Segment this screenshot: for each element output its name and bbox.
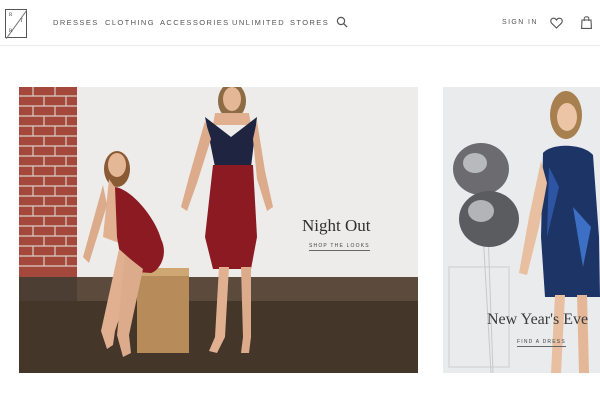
site-header: R T R DRESSES CLOTHING ACCESSORIES UNLIM…: [0, 0, 600, 46]
hero-new-years-eve[interactable]: New Year's Eve FIND A DRESS: [443, 87, 600, 373]
hero-title: New Year's Eve: [487, 311, 589, 328]
nav-dresses[interactable]: DRESSES: [53, 18, 99, 27]
nav-accessories[interactable]: ACCESSORIES: [160, 18, 230, 27]
logo-letter-r: R: [9, 13, 13, 18]
shop-the-looks-link[interactable]: SHOP THE LOOKS: [309, 243, 370, 251]
logo-letter-t: T: [19, 19, 23, 24]
heart-icon[interactable]: [550, 17, 563, 29]
hero-title: Night Out: [302, 216, 371, 235]
nav-stores[interactable]: STORES: [290, 18, 329, 27]
find-a-dress-link[interactable]: FIND A DRESS: [517, 339, 566, 347]
new-years-eve-photo: [443, 87, 600, 373]
nav-unlimited[interactable]: UNLIMITED: [232, 18, 285, 27]
search-icon[interactable]: [336, 16, 348, 28]
hero-night-out[interactable]: Night Out SHOP THE LOOKS: [19, 87, 418, 373]
nav-clothing[interactable]: CLOTHING: [105, 18, 155, 27]
bag-icon[interactable]: [581, 16, 592, 29]
logo-letter-r2: R: [9, 29, 13, 34]
sign-in-link[interactable]: SIGN IN: [502, 19, 538, 26]
brand-logo[interactable]: R T R: [5, 9, 28, 39]
